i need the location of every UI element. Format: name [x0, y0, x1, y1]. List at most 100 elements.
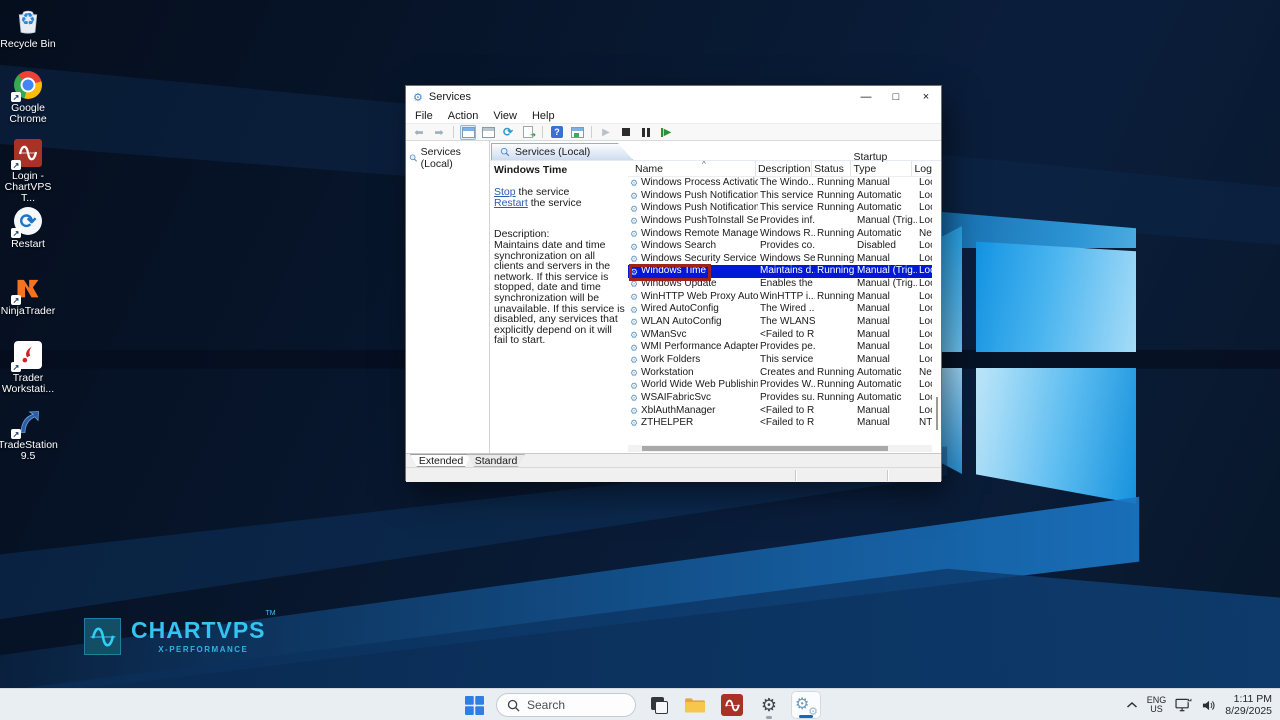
cell-startup-type: Manual: [855, 177, 917, 190]
cell-description: Windows R...: [758, 228, 815, 241]
desktop-icon-trader-workstation[interactable]: ↗ Trader Workstati...: [0, 340, 56, 395]
service-row[interactable]: ⚙Windows SearchProvides co...DisabledLoc: [628, 240, 932, 253]
desktop-icon-google-chrome[interactable]: ↗ Google Chrome: [0, 70, 56, 125]
cell-name: XblAuthManager: [641, 405, 758, 418]
settings-button[interactable]: ⚙: [754, 691, 784, 719]
hidden-icons-chevron[interactable]: [1126, 701, 1138, 709]
service-row[interactable]: ⚙XblAuthManager<Failed to R...ManualLoc: [628, 405, 932, 418]
cell-description: <Failed to R...: [758, 417, 815, 430]
properties-button[interactable]: [569, 125, 585, 140]
stop-service-button[interactable]: [618, 125, 634, 140]
file-explorer-button[interactable]: [680, 691, 710, 719]
restart-service-button[interactable]: ▶: [658, 125, 674, 140]
cell-log-on-as: Loc: [917, 202, 932, 215]
cell-name: Windows Remote Manage...: [641, 228, 758, 241]
service-row[interactable]: ⚙WLAN AutoConfigThe WLANS...ManualLoc: [628, 316, 932, 329]
cell-log-on-as: Loc: [917, 329, 932, 342]
tab-extended[interactable]: Extended: [410, 454, 472, 467]
service-row[interactable]: ⚙WinHTTP Web Proxy Auto-...WinHTTP i...R…: [628, 291, 932, 304]
search-input[interactable]: Search: [496, 693, 636, 717]
export-button[interactable]: [480, 125, 496, 140]
column-header-description[interactable]: Description: [756, 161, 812, 176]
ninjatrader-icon: ↗: [13, 273, 43, 303]
menu-help[interactable]: Help: [532, 110, 555, 122]
chartvps-login-icon: ↗: [13, 138, 43, 168]
export-list-button[interactable]: [520, 125, 536, 140]
forward-button[interactable]: ➡: [431, 125, 447, 140]
gear-icon: ⚙: [761, 696, 777, 714]
cell-name: Windows Push Notification...: [641, 202, 758, 215]
back-button[interactable]: ⬅: [411, 125, 427, 140]
menu-file[interactable]: File: [415, 110, 433, 122]
restart-service-link[interactable]: Restart: [494, 197, 528, 209]
trader-workstation-icon: ↗: [13, 340, 43, 370]
column-header-status[interactable]: Status: [812, 161, 851, 176]
service-row[interactable]: ⚙WMI Performance AdapterProvides pe...Ma…: [628, 341, 932, 354]
service-row[interactable]: ⚙Windows Process Activatio...The Windo..…: [628, 177, 932, 190]
desktop-icon-ninjatrader[interactable]: ↗ NinjaTrader: [0, 273, 56, 317]
service-row[interactable]: ⚙Windows Remote Manage...Windows R...Run…: [628, 228, 932, 241]
cell-name: Work Folders: [641, 354, 758, 367]
service-row[interactable]: ⚙WManSvc<Failed to R...ManualLoc: [628, 329, 932, 342]
service-row[interactable]: ⚙Windows PushToInstall Serv...Provides i…: [628, 215, 932, 228]
menu-action[interactable]: Action: [448, 110, 479, 122]
vertical-scrollbar[interactable]: [934, 161, 941, 445]
chartvps-app-button[interactable]: [717, 691, 747, 719]
show-console-tree-button[interactable]: [460, 125, 476, 140]
active-window-indicator: [799, 715, 813, 718]
cell-status: Running: [815, 253, 855, 266]
help-button[interactable]: ?: [549, 125, 565, 140]
chartvps-watermark: CHARTVPSTM X-PERFORMANCE: [84, 618, 276, 655]
services-taskbar-button[interactable]: ⚙⚙: [791, 691, 821, 719]
menu-view[interactable]: View: [493, 110, 517, 122]
service-icon: ⚙: [628, 292, 641, 302]
cell-description: <Failed to R...: [758, 405, 815, 418]
tab-standard[interactable]: Standard: [467, 454, 525, 467]
start-service-button[interactable]: ▶: [598, 125, 614, 140]
column-header-name[interactable]: Name: [628, 161, 756, 176]
cell-log-on-as: Loc: [917, 303, 932, 316]
volume-icon[interactable]: [1201, 699, 1216, 712]
cell-log-on-as: Loc: [917, 354, 932, 367]
pane-tab-services-local[interactable]: Services (Local): [491, 143, 633, 160]
search-icon: [507, 699, 520, 712]
service-row[interactable]: ⚙Wired AutoConfigThe Wired ...ManualLoc: [628, 303, 932, 316]
selected-service-title: Windows Time: [494, 164, 627, 176]
task-view-button[interactable]: [643, 691, 673, 719]
recycle-bin-icon: ♻: [13, 6, 43, 36]
desktop-icon-login-chartvps[interactable]: ↗ Login - ChartVPS T...: [0, 138, 56, 204]
clock[interactable]: 1:11 PM 8/29/2025: [1225, 693, 1272, 717]
service-row[interactable]: ⚙WSAIFabricSvcProvides su...RunningAutom…: [628, 392, 932, 405]
chartvps-logo-icon: [84, 618, 121, 655]
service-icon: ⚙: [628, 216, 641, 226]
cell-startup-type: Automatic: [855, 392, 917, 405]
language-indicator[interactable]: ENG US: [1147, 696, 1167, 714]
shortcut-arrow-icon: ↗: [11, 295, 21, 305]
pause-service-button[interactable]: [638, 125, 654, 140]
tree-item-services-local[interactable]: Services (Local): [406, 144, 489, 172]
start-button[interactable]: [459, 691, 489, 719]
network-icon[interactable]: [1175, 698, 1192, 712]
window-titlebar[interactable]: ⚙ Services — □ ×: [406, 86, 941, 108]
service-row[interactable]: ⚙World Wide Web Publishin...Provides W..…: [628, 379, 932, 392]
service-row[interactable]: ⚙WorkstationCreates and...RunningAutomat…: [628, 367, 932, 380]
desktop-icon-tradestation[interactable]: ↗ TradeStation 9.5: [0, 407, 56, 462]
desktop-icon-restart[interactable]: ⟳ ↗ Restart: [0, 206, 56, 250]
minimize-button[interactable]: —: [851, 86, 881, 108]
column-header-log-on-as[interactable]: Log: [912, 161, 932, 176]
vertical-scrollbar-thumb[interactable]: [936, 397, 938, 430]
cell-status: Running: [815, 367, 855, 380]
maximize-button[interactable]: □: [881, 86, 911, 108]
service-row[interactable]: ⚙Windows Push Notification...This servic…: [628, 190, 932, 203]
column-header-startup-type[interactable]: Startup Type: [851, 161, 912, 176]
desktop-icon-recycle-bin[interactable]: ♻ Recycle Bin: [0, 6, 56, 50]
horizontal-scrollbar[interactable]: [628, 445, 932, 452]
refresh-button[interactable]: ⟳: [500, 125, 516, 140]
close-button[interactable]: ×: [911, 86, 941, 108]
cell-name: Wired AutoConfig: [641, 303, 758, 316]
services-node-icon: [500, 147, 510, 157]
service-row[interactable]: ⚙Work FoldersThis service ...ManualLoc: [628, 354, 932, 367]
horizontal-scrollbar-thumb[interactable]: [642, 446, 888, 451]
service-row[interactable]: ⚙Windows Push Notification...This servic…: [628, 202, 932, 215]
service-row[interactable]: ⚙ZTHELPER<Failed to R...ManualNT...: [628, 417, 932, 430]
